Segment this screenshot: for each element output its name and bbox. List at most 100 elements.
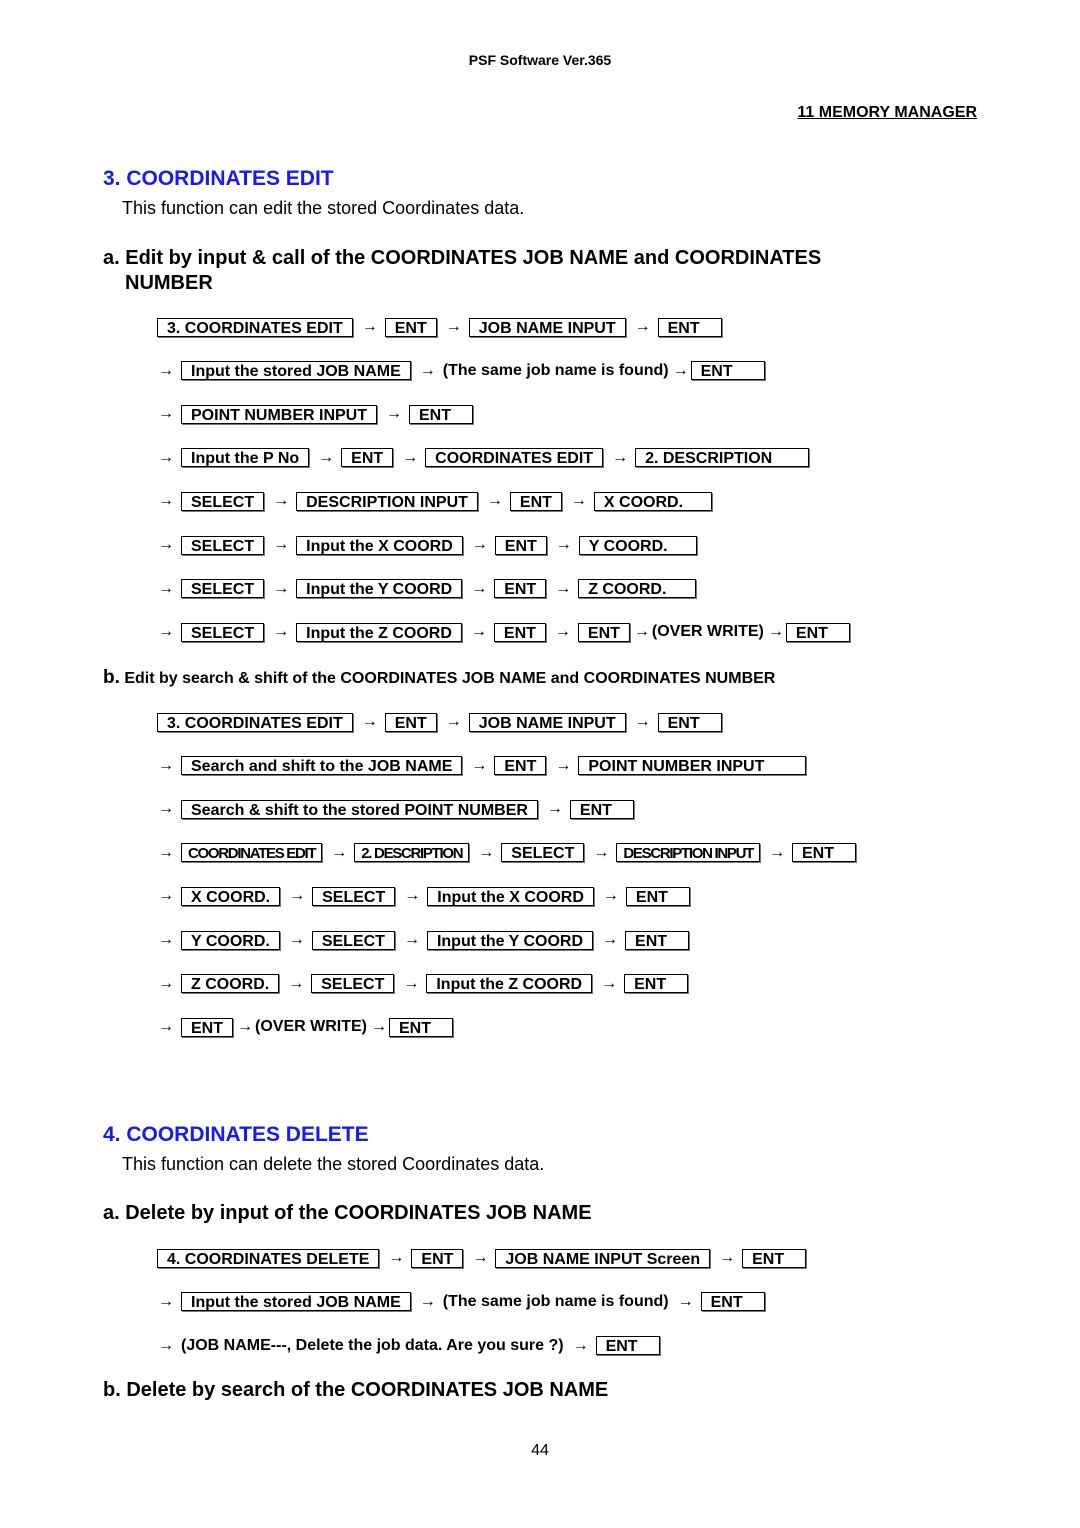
arrow-right-icon: → — [555, 756, 572, 774]
chapter-heading: 11 MEMORY MANAGER — [797, 104, 977, 121]
arrow-right-icon: → — [318, 448, 335, 466]
section-description-coordinates-edit: This function can edit the stored Coordi… — [122, 198, 525, 218]
arrow-right-icon: → — [158, 756, 174, 774]
key-step-box: DESCRIPTION INPUT — [296, 491, 478, 511]
subsection-title-edit-by-input: a. Edit by input & call of the COORDINAT… — [103, 246, 821, 296]
key-step-box: ENT — [624, 974, 689, 994]
key-step-box: SELECT — [181, 535, 265, 555]
key-step-box: ENT — [657, 317, 722, 337]
key-step-box: SELECT — [181, 579, 265, 599]
key-step-box: COORDINATES EDIT — [425, 448, 604, 468]
section-description-coordinates-delete: This function can delete the stored Coor… — [122, 1154, 545, 1174]
arrow-right-icon: → — [273, 579, 290, 597]
arrow-right-icon: → — [403, 974, 420, 992]
arrow-right-icon: → — [158, 1018, 174, 1036]
section-title-coordinates-edit: 3. COORDINATES EDIT — [103, 167, 334, 190]
arrow-right-icon: → — [445, 318, 462, 335]
key-step-box: ENT — [409, 404, 473, 424]
flow-row: → Search & shift to the stored POINT NUMB… — [158, 798, 634, 820]
arrow-right-icon: → — [289, 887, 306, 905]
key-step-box: ENT — [493, 622, 546, 642]
key-step-box: Input the Y COORD — [296, 579, 463, 599]
key-step-box: ENT — [785, 622, 850, 642]
key-step-box: SELECT — [181, 622, 265, 642]
key-step-box: ENT — [384, 317, 437, 337]
arrow-right-icon: → — [471, 756, 488, 774]
key-step-box: ENT — [494, 579, 547, 599]
key-step-box: 3. COORDINATES EDIT — [157, 317, 353, 337]
subsection-title-edit-by-search: b. Edit by search & shift of the COORDIN… — [103, 667, 775, 689]
key-step-box: ENT — [700, 1292, 765, 1312]
arrow-right-icon: → — [158, 492, 174, 510]
arrow-right-icon: → — [158, 536, 174, 553]
arrow-right-icon: → — [402, 448, 419, 466]
step-note: (The same job name is found) — [442, 1292, 669, 1310]
arrow-right-icon: → — [478, 843, 495, 861]
subsection-lead: b. — [103, 667, 120, 688]
arrow-right-icon: → — [555, 536, 572, 553]
arrow-right-icon: → — [158, 1292, 174, 1310]
key-step-box: Input the stored JOB NAME — [181, 361, 411, 381]
key-step-box: SELECT — [501, 843, 585, 863]
flow-row: → X COORD. → SELECT → Input the X COORD → ENT — [158, 885, 690, 907]
arrow-right-icon: → — [601, 974, 618, 992]
arrow-right-icon: → — [361, 713, 378, 730]
arrow-right-icon: → — [602, 887, 619, 905]
key-step-box: ENT — [509, 491, 562, 511]
arrow-right-icon: → — [419, 361, 436, 379]
key-step-box: ENT — [625, 886, 690, 906]
key-step-box: SELECT — [311, 930, 395, 950]
step-note: (The same job name is found) — [442, 361, 669, 379]
flow-row: 3. COORDINATES EDIT → ENT → JOB NAME INPUT → E… — [157, 316, 722, 338]
arrow-right-icon: → — [470, 623, 487, 641]
arrow-right-icon: → — [158, 361, 174, 379]
arrow-right-icon: → — [288, 974, 305, 992]
step-note: (JOB NAME---, Delete the job data. Are y… — [181, 1336, 564, 1354]
arrow-right-icon: → — [677, 1292, 694, 1310]
arrow-right-icon: → — [486, 492, 503, 510]
arrow-right-icon: → — [158, 931, 174, 948]
arrow-right-icon: → — [471, 579, 488, 597]
key-step-box: ENT — [181, 1017, 233, 1037]
arrow-right-icon: → — [273, 492, 290, 510]
arrow-right-icon: → — [158, 623, 174, 641]
key-step-box: Search & shift to the stored POINT NUMBE… — [181, 799, 538, 819]
key-step-box: Z COORD. — [578, 579, 697, 599]
key-step-box: DESCRIPTION INPUT — [616, 843, 760, 863]
arrow-right-icon: → — [419, 1292, 436, 1310]
arrow-right-icon: → — [554, 623, 571, 641]
key-step-box: ENT — [494, 756, 547, 776]
key-step-box: ENT — [690, 361, 765, 381]
key-step-box: JOB NAME INPUT — [468, 712, 626, 732]
section-title-coordinates-delete: 4. COORDINATES DELETE — [103, 1123, 369, 1146]
arrow-right-icon: → — [555, 579, 572, 597]
key-step-box: JOB NAME INPUT Screen — [495, 1248, 711, 1268]
document-header: PSF Software Ver.365 — [468, 52, 612, 68]
key-step-box: Y COORD. — [181, 930, 280, 950]
flow-row: → SELECT → Input the X COORD → ENT → Y COORD. — [158, 534, 697, 556]
arrow-right-icon: → — [237, 1018, 253, 1036]
key-step-box: Input the Y COORD — [426, 930, 594, 950]
flow-row: → Z COORD. → SELECT → Input the Z COORD → ENT — [158, 973, 689, 995]
key-step-box: ENT — [657, 712, 722, 732]
key-step-box: 2. DESCRIPTION — [354, 843, 470, 863]
arrow-right-icon: → — [158, 579, 174, 597]
arrow-right-icon: → — [361, 318, 378, 335]
step-note: (OVER WRITE) — [255, 1018, 367, 1036]
arrow-right-icon: → — [472, 1249, 489, 1266]
flow-row: 3. COORDINATES EDIT → ENT → JOB NAME INPUT → E… — [157, 711, 722, 733]
page-number: 44 — [531, 1442, 549, 1459]
key-step-box: Search and shift to the JOB NAME — [181, 756, 463, 776]
arrow-right-icon: → — [273, 536, 290, 553]
arrow-right-icon: → — [767, 623, 784, 641]
flow-row: → POINT NUMBER INPUT → ENT — [158, 403, 473, 425]
arrow-right-icon: → — [612, 448, 629, 466]
arrow-right-icon: → — [288, 931, 305, 948]
arrow-right-icon: → — [158, 1336, 174, 1354]
flow-row: → SELECT → Input the Y COORD → ENT → Z COORD. — [158, 578, 697, 600]
arrow-right-icon: → — [404, 887, 421, 905]
key-step-box: 2. DESCRIPTION — [635, 448, 810, 468]
arrow-right-icon: → — [273, 623, 290, 641]
key-step-box: ENT — [341, 448, 394, 468]
key-step-box: SELECT — [312, 886, 396, 906]
